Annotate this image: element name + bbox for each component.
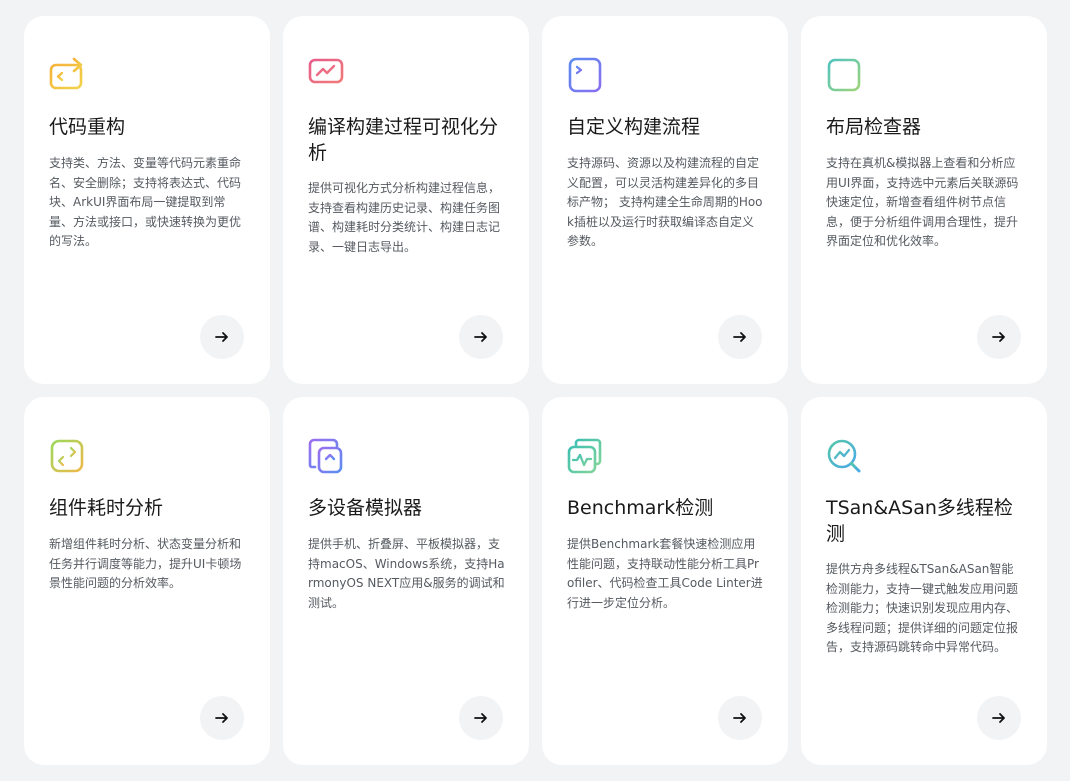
card-description: 提供可视化方式分析构建过程信息，支持查看构建历史记录、构建任务图谱、构建耗时分类…	[308, 181, 501, 254]
arrow-right-icon	[992, 713, 1005, 723]
arrow-right-icon	[215, 713, 228, 723]
arrow-button[interactable]	[200, 315, 244, 359]
arrow-button[interactable]	[459, 696, 503, 740]
card-layout-inspector[interactable]: 布局检查器 支持在真机&模拟器上查看和分析应用UI界面，支持选中元素后关联源码快…	[801, 16, 1047, 384]
card-benchmark[interactable]: Benchmark检测 提供Benchmark套餐快速检测应用性能问题，支持联动…	[542, 397, 788, 765]
arrow-button[interactable]	[200, 696, 244, 740]
benchmark-icon	[566, 437, 604, 475]
card-description: 提供Benchmark套餐快速检测应用性能问题，支持联动性能分析工具Profil…	[567, 537, 763, 610]
card-description: 支持源码、资源以及构建流程的自定义配置，可以灵活构建差异化的多目标产物； 支持构…	[567, 156, 763, 248]
arrow-button[interactable]	[718, 315, 762, 359]
card-custom-build[interactable]: 自定义构建流程 支持源码、资源以及构建流程的自定义配置，可以灵活构建差异化的多目…	[542, 16, 788, 384]
arrow-right-icon	[474, 332, 487, 342]
card-description: 新增组件耗时分析、状态变量分析和任务并行调度等能力，提升UI卡顿场景性能问题的分…	[49, 537, 242, 590]
arrow-right-icon	[733, 332, 746, 342]
multi-device-emulator-icon	[307, 437, 345, 475]
arrow-right-icon	[215, 332, 228, 342]
card-code-refactor[interactable]: 代码重构 支持类、方法、变量等代码元素重命名、安全删除；支持将表达式、代码块、A…	[24, 16, 270, 384]
arrow-button[interactable]	[718, 696, 762, 740]
card-title: 布局检查器	[826, 116, 922, 138]
card-title: Benchmark检测	[567, 497, 714, 519]
arrow-right-icon	[992, 332, 1005, 342]
feature-grid: 代码重构 支持类、方法、变量等代码元素重命名、安全删除；支持将表达式、代码块、A…	[0, 0, 1070, 781]
custom-build-icon	[566, 56, 604, 94]
card-title: TSan&ASan多线程检测	[826, 497, 1013, 545]
card-tsan-asan[interactable]: TSan&ASan多线程检测 提供方舟多线程&TSan&ASan智能检测能力，支…	[801, 397, 1047, 765]
refactor-code-icon	[48, 56, 86, 94]
component-timing-icon	[48, 437, 86, 475]
arrow-right-icon	[474, 713, 487, 723]
tsan-asan-icon	[825, 437, 863, 475]
arrow-button[interactable]	[977, 696, 1021, 740]
card-title: 组件耗时分析	[49, 497, 164, 519]
card-description: 支持类、方法、变量等代码元素重命名、安全删除；支持将表达式、代码块、ArkUI界…	[49, 156, 242, 248]
card-description: 支持在真机&模拟器上查看和分析应用UI界面，支持选中元素后关联源码快速定位，新增…	[826, 156, 1019, 248]
card-build-visualization[interactable]: 编译构建过程可视化分析 提供可视化方式分析构建过程信息，支持查看构建历史记录、构…	[283, 16, 529, 384]
card-title: 编译构建过程可视化分析	[308, 116, 499, 164]
layout-inspector-icon	[825, 56, 863, 94]
card-description: 提供手机、折叠屏、平板模拟器，支持macOS、Windows系统，支持Harmo…	[308, 537, 505, 610]
card-title: 自定义构建流程	[567, 116, 701, 138]
arrow-right-icon	[733, 713, 746, 723]
card-title: 多设备模拟器	[308, 497, 423, 519]
card-title: 代码重构	[49, 116, 126, 138]
card-multi-device-emulator[interactable]: 多设备模拟器 提供手机、折叠屏、平板模拟器，支持macOS、Windows系统，…	[283, 397, 529, 765]
build-visualization-icon	[307, 56, 345, 94]
card-component-timing[interactable]: 组件耗时分析 新增组件耗时分析、状态变量分析和任务并行调度等能力，提升UI卡顿场…	[24, 397, 270, 765]
arrow-button[interactable]	[459, 315, 503, 359]
arrow-button[interactable]	[977, 315, 1021, 359]
card-description: 提供方舟多线程&TSan&ASan智能检测能力，支持一键式触发应用问题检测能力；…	[826, 562, 1019, 654]
